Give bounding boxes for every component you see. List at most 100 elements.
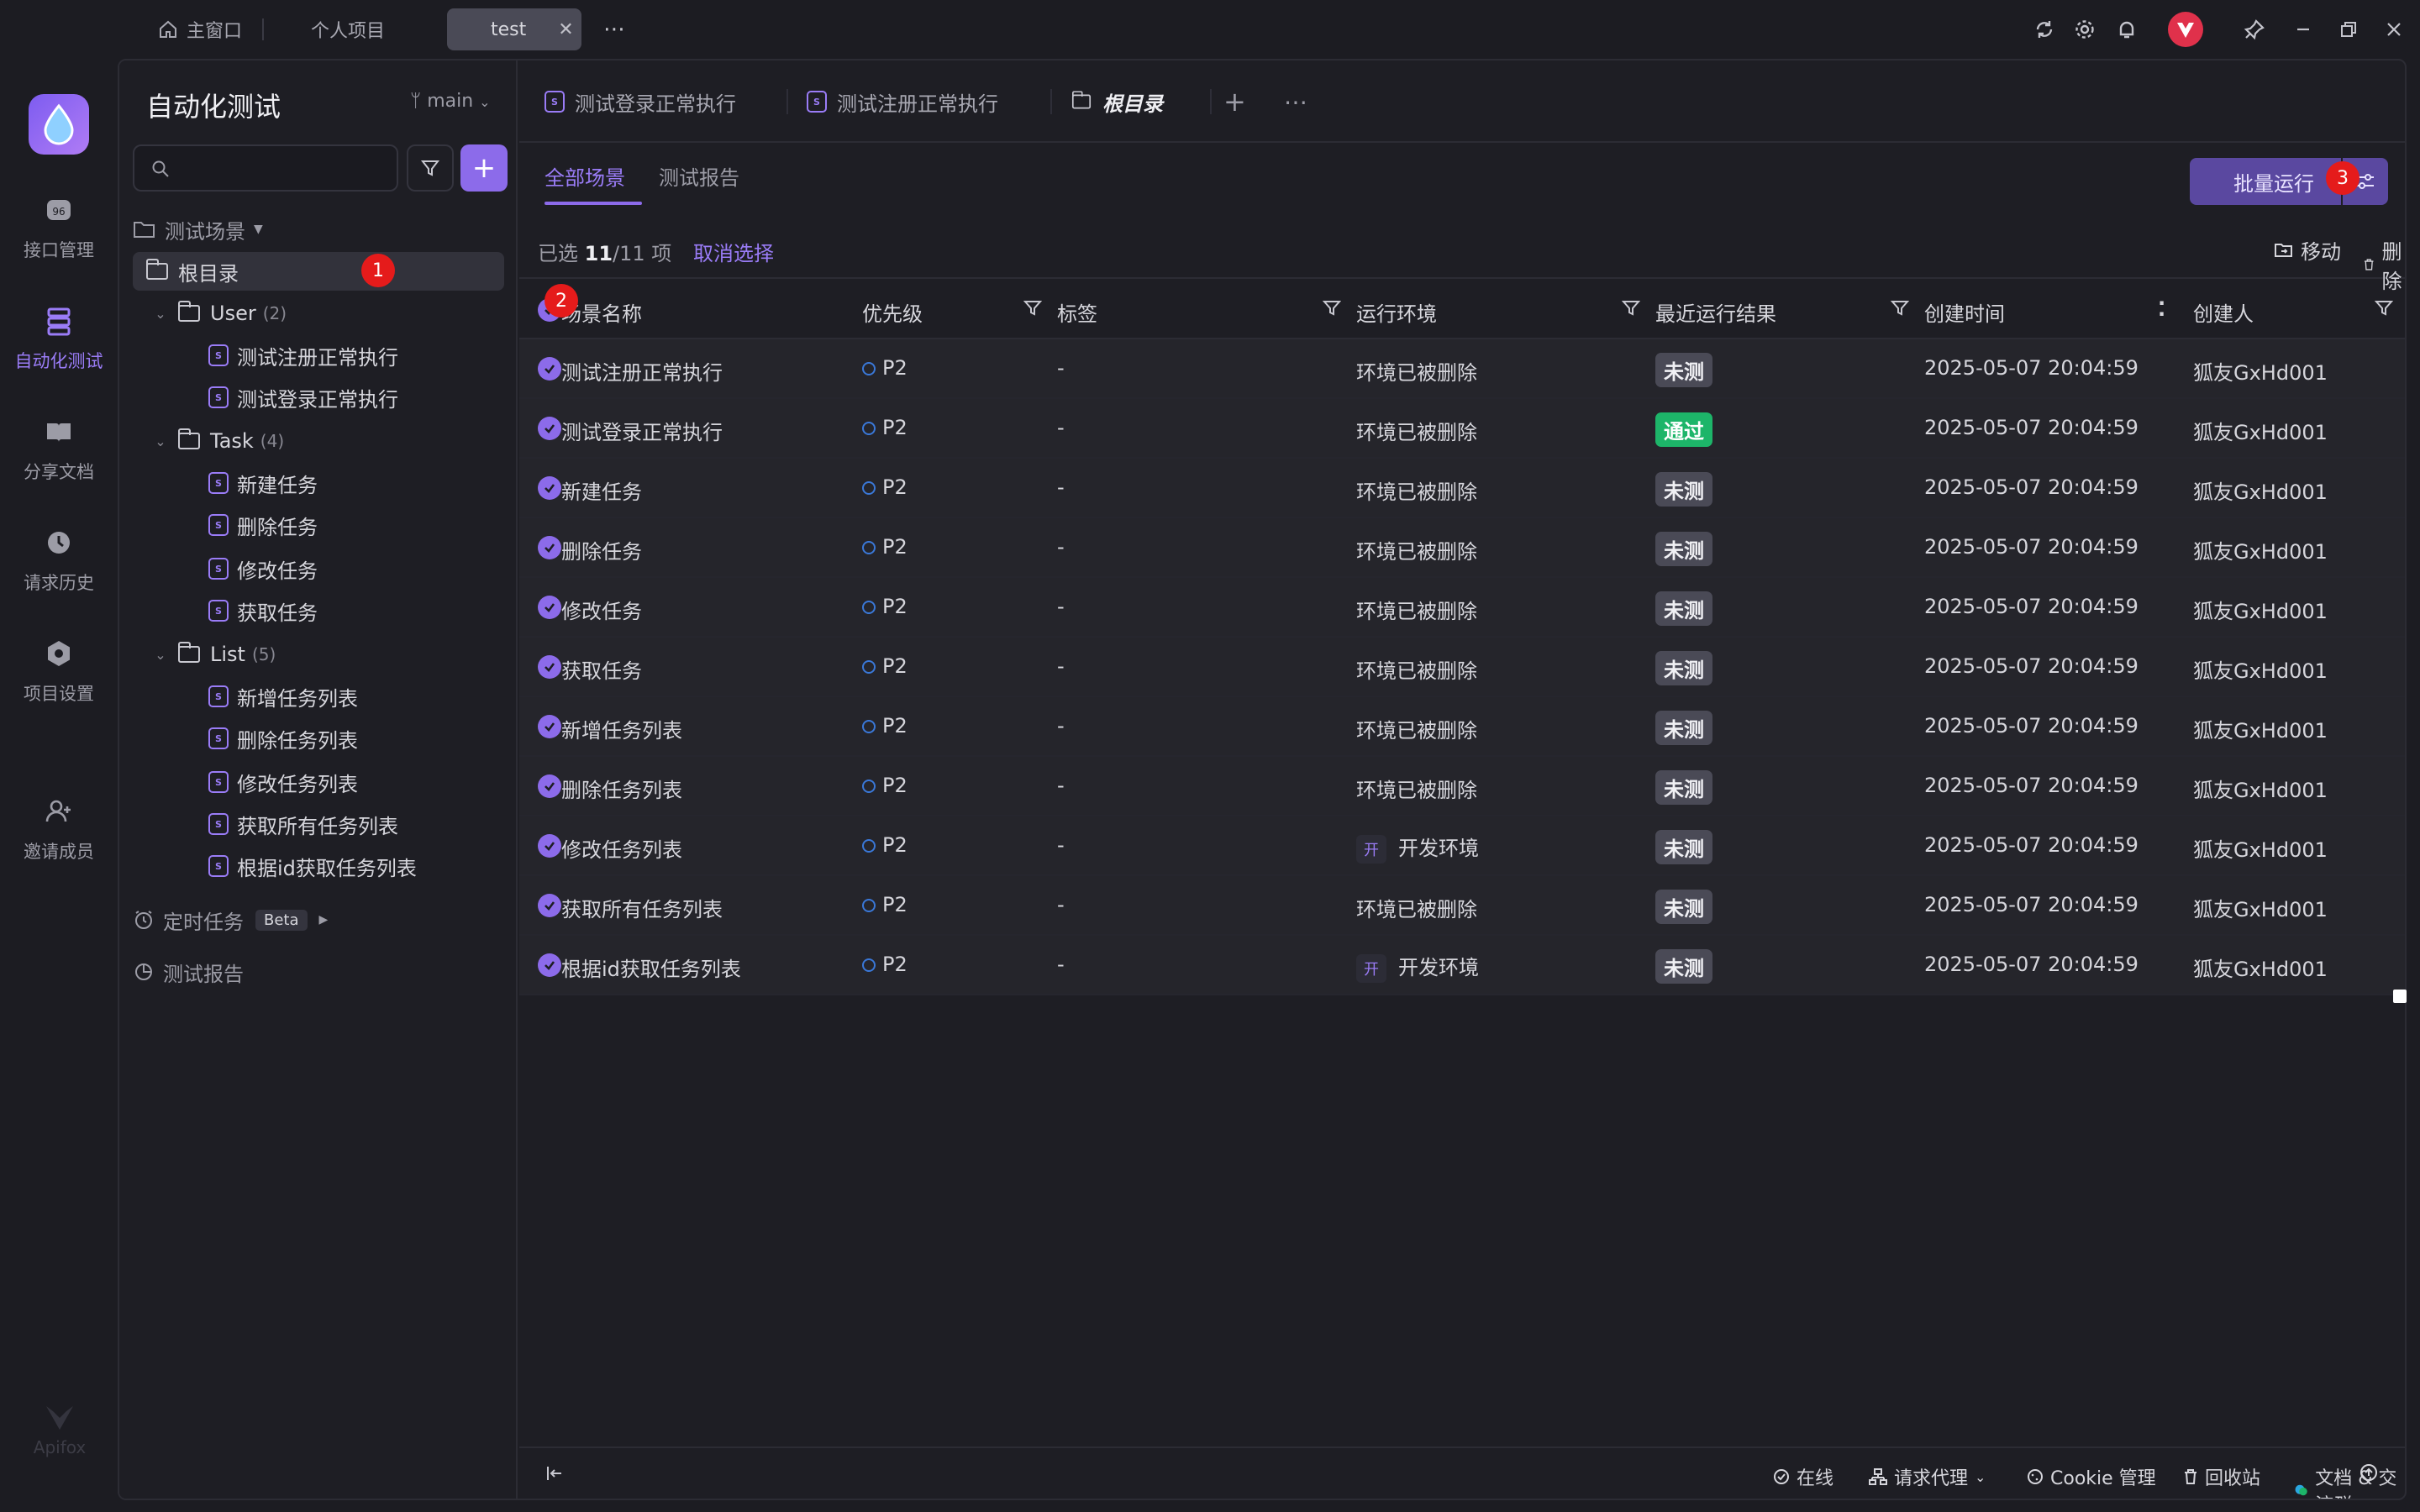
recycle-bin-button[interactable]: 回收站: [2183, 1463, 2260, 1490]
more-icon[interactable]: ⋯: [598, 13, 630, 45]
sync-icon[interactable]: [2028, 13, 2060, 45]
scenario-name[interactable]: 新增任务列表: [561, 714, 682, 743]
row-checkbox[interactable]: [538, 715, 561, 738]
bell-icon[interactable]: [2111, 13, 2143, 45]
table-row[interactable]: 删除任务列表 P2 - 环境已被删除 未测 2025-05-07 20:04:59 狐友Gx…: [519, 757, 2405, 816]
tree-item-scenario[interactable]: S 修改任务列表: [133, 763, 504, 801]
window-tab-personal[interactable]: 个人项目: [296, 8, 400, 50]
table-row[interactable]: 测试登录正常执行 P2 - 环境已被删除 通过 2025-05-07 20:04:59 狐友…: [519, 399, 2405, 459]
tree-item-scenario[interactable]: S 测试注册正常执行: [133, 336, 504, 375]
add-button[interactable]: +: [460, 144, 508, 192]
filter-icon[interactable]: [2375, 299, 2393, 318]
row-checkbox[interactable]: [538, 357, 561, 381]
table-row[interactable]: 修改任务列表 P2 - 开开发环境 未测 2025-05-07 20:04:59 狐友GxH…: [519, 816, 2405, 876]
restore-icon[interactable]: [2333, 13, 2365, 45]
column-header-last-result[interactable]: 最近运行结果: [1655, 297, 1776, 327]
row-checkbox[interactable]: [538, 417, 561, 440]
section-test-reports[interactable]: 测试报告: [133, 953, 504, 991]
column-header-priority[interactable]: 优先级: [862, 297, 923, 327]
tree-item-scenario[interactable]: S 新建任务: [133, 464, 504, 502]
scenario-name[interactable]: 修改任务列表: [561, 833, 682, 863]
column-header-environment[interactable]: 运行环境: [1356, 297, 1437, 327]
rail-item-history[interactable]: 请求历史: [0, 526, 118, 595]
table-row[interactable]: 获取所有任务列表 P2 - 环境已被删除 未测 2025-05-07 20:04:59 狐友…: [519, 876, 2405, 936]
scenario-name[interactable]: 测试登录正常执行: [561, 416, 723, 445]
row-checkbox[interactable]: [538, 894, 561, 917]
proxy-menu[interactable]: 请求代理 ⌄: [1869, 1463, 1986, 1490]
filter-icon[interactable]: [1891, 299, 1909, 318]
filter-icon[interactable]: [1323, 299, 1341, 318]
resize-handle[interactable]: [2393, 990, 2407, 1003]
docs-community-button[interactable]: 文档 & 交流群: [2294, 1463, 2405, 1499]
move-button[interactable]: 移动: [2274, 235, 2341, 265]
table-row[interactable]: 新建任务 P2 - 环境已被删除 未测 2025-05-07 20:04:59 狐友GxHd…: [519, 459, 2405, 518]
filter-icon[interactable]: [1023, 299, 1042, 318]
row-checkbox[interactable]: [538, 596, 561, 619]
scenario-name[interactable]: 删除任务列表: [561, 774, 682, 803]
row-checkbox[interactable]: [538, 774, 561, 798]
close-icon[interactable]: ✕: [558, 19, 573, 40]
scenario-name[interactable]: 根据id获取任务列表: [561, 953, 741, 982]
scenario-name[interactable]: 删除任务: [561, 535, 642, 564]
row-checkbox[interactable]: [538, 536, 561, 559]
tree-item-scenario[interactable]: S 修改任务: [133, 549, 504, 588]
tab-more-button[interactable]: ⋯: [1284, 60, 1307, 143]
add-tab-button[interactable]: +: [1223, 60, 1246, 143]
filter-icon[interactable]: [1622, 299, 1640, 318]
minimize-icon[interactable]: [2287, 13, 2319, 45]
rail-item-automation[interactable]: 自动化测试: [0, 304, 118, 373]
online-status[interactable]: 在线: [1773, 1463, 1833, 1490]
window-tab-test[interactable]: test ✕: [447, 8, 581, 50]
close-window-icon[interactable]: [2378, 13, 2410, 45]
tree-folder-list[interactable]: ⌄ List (5): [133, 635, 504, 674]
tab-register-scenario[interactable]: S 测试注册正常执行: [807, 60, 998, 143]
column-header-tags[interactable]: 标签: [1057, 297, 1097, 327]
subtab-test-reports[interactable]: 测试报告: [659, 161, 739, 191]
table-row[interactable]: 新增任务列表 P2 - 环境已被删除 未测 2025-05-07 20:04:59 狐友Gx…: [519, 697, 2405, 757]
tree-item-scenario[interactable]: S 测试登录正常执行: [133, 378, 504, 417]
upload-button[interactable]: [2360, 1463, 2378, 1482]
tree-item-root[interactable]: 根目录: [133, 252, 504, 291]
subtab-all-scenarios[interactable]: 全部场景: [544, 161, 625, 191]
table-row[interactable]: 根据id获取任务列表 P2 - 开开发环境 未测 2025-05-07 20:04:59 狐…: [519, 936, 2405, 995]
gear-icon[interactable]: [2069, 13, 2101, 45]
tree-folder-user[interactable]: ⌄ User (2): [133, 294, 504, 333]
row-checkbox[interactable]: [538, 834, 561, 858]
tree-folder-task[interactable]: ⌄ Task (4): [133, 422, 504, 460]
row-checkbox[interactable]: [538, 655, 561, 679]
section-scheduled-tasks[interactable]: 定时任务 Beta ▶: [133, 900, 504, 939]
scenario-name[interactable]: 测试注册正常执行: [561, 356, 723, 386]
row-checkbox[interactable]: [538, 476, 561, 500]
branch-selector[interactable]: ᛘ main ⌄: [410, 91, 491, 112]
search-input[interactable]: [133, 144, 398, 192]
rail-item-api[interactable]: 96 接口管理: [0, 193, 118, 262]
cookie-manager-button[interactable]: Cookie 管理: [2027, 1463, 2156, 1490]
table-row[interactable]: 删除任务 P2 - 环境已被删除 未测 2025-05-07 20:04:59 狐友GxHd…: [519, 518, 2405, 578]
window-tab-home[interactable]: 主窗口: [143, 8, 257, 50]
sort-icon[interactable]: ⁚: [2158, 297, 2165, 321]
section-test-scenarios[interactable]: 测试场景 ▼: [133, 210, 504, 249]
rail-item-project-settings[interactable]: 项目设置: [0, 637, 118, 706]
scenario-name[interactable]: 修改任务: [561, 595, 642, 624]
table-row[interactable]: 获取任务 P2 - 环境已被删除 未测 2025-05-07 20:04:59 狐友GxHd…: [519, 638, 2405, 697]
tree-item-scenario[interactable]: S 新增任务列表: [133, 677, 504, 716]
batch-run-button[interactable]: 批量运行: [2190, 158, 2341, 205]
tree-item-scenario[interactable]: S 删除任务: [133, 506, 504, 544]
table-row[interactable]: 测试注册正常执行 P2 - 环境已被删除 未测 2025-05-07 20:04:59 狐友…: [519, 339, 2405, 399]
collapse-sidebar-button[interactable]: [544, 1463, 565, 1483]
tree-item-scenario[interactable]: S 获取所有任务列表: [133, 805, 504, 843]
avatar[interactable]: [2168, 12, 2203, 47]
pin-icon[interactable]: [2238, 13, 2270, 45]
column-header-creator[interactable]: 创建人: [2193, 297, 2254, 327]
scenario-name[interactable]: 新建任务: [561, 475, 642, 505]
scenario-name[interactable]: 获取所有任务列表: [561, 893, 723, 922]
column-header-created-time[interactable]: 创建时间: [1924, 297, 2005, 327]
tab-login-scenario[interactable]: S 测试登录正常执行: [544, 60, 736, 143]
tree-item-scenario[interactable]: S 删除任务列表: [133, 719, 504, 758]
rail-item-share-docs[interactable]: 分享文档: [0, 415, 118, 484]
tree-item-scenario[interactable]: S 根据id获取任务列表: [133, 847, 504, 885]
row-checkbox[interactable]: [538, 953, 561, 977]
cancel-selection-link[interactable]: 取消选择: [693, 242, 774, 265]
scenario-name[interactable]: 获取任务: [561, 654, 642, 684]
tree-item-scenario[interactable]: S 获取任务: [133, 591, 504, 630]
